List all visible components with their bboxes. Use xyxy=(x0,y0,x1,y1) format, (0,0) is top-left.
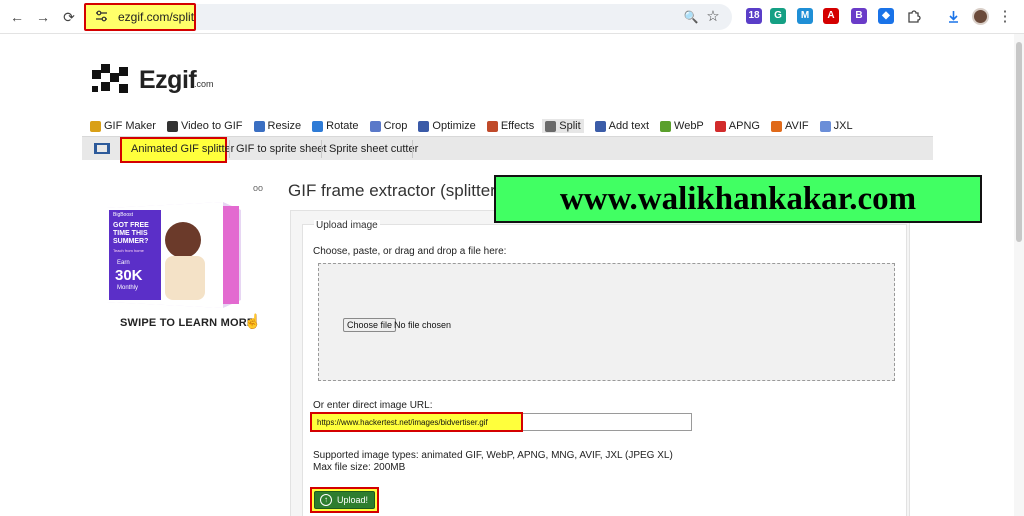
site-settings-icon[interactable] xyxy=(95,10,108,22)
no-file-label: No file chosen xyxy=(394,320,452,330)
menu-icon xyxy=(166,120,178,132)
menu-icon xyxy=(253,120,265,132)
menu-item-label: Video to GIF xyxy=(180,120,243,132)
url-text[interactable]: ezgif.com/split xyxy=(118,10,194,24)
ad-choices-icon[interactable]: oo xyxy=(253,183,263,193)
choose-file-button[interactable]: Choose file xyxy=(343,318,397,332)
drop-label: Choose, paste, or drag and drop a file h… xyxy=(313,246,507,257)
menu-item-split[interactable]: Split xyxy=(542,119,584,133)
menu-item-gif-maker[interactable]: GIF Maker xyxy=(90,120,156,132)
ezgif-logo-icon[interactable] xyxy=(92,64,136,96)
tab-sprite-sheet-cutter[interactable]: Sprite sheet cutter xyxy=(323,138,424,160)
hand-pointer-icon: ☝ xyxy=(244,313,262,329)
menu-icon xyxy=(770,120,782,132)
browser-menu-icon[interactable]: ⋮ xyxy=(996,8,1014,26)
ad-brand: BigBoost xyxy=(113,212,134,218)
page-title: GIF frame extractor (splitter) xyxy=(288,181,502,200)
ad-swipe-text[interactable]: SWIPE TO LEARN MORE xyxy=(120,317,254,329)
tab-gif-to-sprite-sheet[interactable]: GIF to sprite sheet xyxy=(230,138,332,160)
menu-icon xyxy=(714,120,726,132)
download-icon[interactable] xyxy=(946,9,961,24)
menu-item-apng[interactable]: APNG xyxy=(714,120,760,132)
ad-subhead: Teach from home xyxy=(113,248,144,253)
menu-item-effects[interactable]: Effects xyxy=(486,120,535,132)
menu-icon xyxy=(418,120,430,132)
watermark-banner: www.walikhankakar.com xyxy=(494,175,982,223)
menu-item-label: AVIF xyxy=(784,120,809,132)
extensions-puzzle-icon[interactable] xyxy=(906,9,921,24)
logo-suffix: .com xyxy=(194,79,214,89)
menu-icon xyxy=(819,120,831,132)
menu-item-label: Crop xyxy=(383,120,408,132)
menu-item-label: Add text xyxy=(608,120,650,132)
ad-period: Monthly xyxy=(117,285,139,291)
menu-item-label: GIF Maker xyxy=(104,120,156,132)
menu-item-crop[interactable]: Crop xyxy=(369,120,408,132)
upload-arrow-icon: ↑ xyxy=(320,494,332,506)
supported-types: Supported image types: animated GIF, Web… xyxy=(313,450,673,461)
reload-icon[interactable]: ⟳ xyxy=(60,8,78,26)
ext-1-extension-icon[interactable]: 18 xyxy=(746,8,762,24)
main-menu: GIF Maker Video to GIF Resize Rotate Crop Opt… xyxy=(90,117,864,135)
menu-item-label: Split xyxy=(559,120,581,132)
url-label: Or enter direct image URL: xyxy=(313,400,433,411)
back-icon[interactable]: ← xyxy=(8,8,26,26)
menu-item-avif[interactable]: AVIF xyxy=(770,120,809,132)
menu-item-video-to-gif[interactable]: Video to GIF xyxy=(166,120,243,132)
ad-headline: GOT FREE TIME THIS SUMMER? xyxy=(113,222,149,245)
menu-icon xyxy=(660,120,672,132)
menu-item-label: WebP xyxy=(674,120,704,132)
scrollbar-thumb[interactable] xyxy=(1016,42,1022,242)
menu-item-resize[interactable]: Resize xyxy=(253,120,302,132)
zoom-icon[interactable]: 🔍 xyxy=(682,8,700,26)
menu-item-webp[interactable]: WebP xyxy=(660,120,704,132)
menu-item-label: Rotate xyxy=(326,120,359,132)
image-url-value[interactable]: https://www.hackertest.net/images/bidver… xyxy=(317,418,488,427)
upload-legend: Upload image xyxy=(314,220,380,231)
tab-animated-gif-splitter[interactable]: Animated GIF splitter xyxy=(125,138,240,160)
profile-avatar[interactable] xyxy=(972,8,989,25)
bookmark-star-icon[interactable]: ☆ xyxy=(704,8,722,26)
film-strip-icon xyxy=(94,143,110,154)
menu-item-label: Effects xyxy=(500,120,535,132)
pdf-extension-icon[interactable]: A xyxy=(823,8,839,24)
ext-tag-extension-icon[interactable]: ◆ xyxy=(878,8,894,24)
ad-earn: Earn xyxy=(117,260,130,266)
menu-icon xyxy=(486,120,498,132)
forward-icon[interactable]: → xyxy=(34,8,52,26)
menu-icon xyxy=(312,120,324,132)
menu-icon xyxy=(369,120,381,132)
menu-item-rotate[interactable]: Rotate xyxy=(312,120,359,132)
menu-icon xyxy=(545,120,557,132)
menu-item-label: Resize xyxy=(267,120,302,132)
menu-item-add-text[interactable]: Add text xyxy=(594,120,650,132)
grammarly-extension-icon[interactable]: G xyxy=(770,8,786,24)
advertisement-image[interactable]: BigBoost GOT FREE TIME THIS SUMMER? Teac… xyxy=(95,200,245,310)
submenu-divider xyxy=(321,140,322,158)
ext-b-extension-icon[interactable]: B xyxy=(851,8,867,24)
menu-icon xyxy=(594,120,606,132)
max-file-size: Max file size: 200MB xyxy=(313,462,406,473)
ad-amount: 30K xyxy=(115,267,143,284)
menu-item-optimize[interactable]: Optimize xyxy=(418,120,476,132)
menu-item-label: Optimize xyxy=(432,120,476,132)
ext-m-extension-icon[interactable]: M xyxy=(797,8,813,24)
menu-item-label: APNG xyxy=(728,120,760,132)
menu-item-label: JXL xyxy=(833,120,853,132)
submenu-divider xyxy=(412,140,413,158)
menu-icon xyxy=(90,120,101,132)
logo-text[interactable]: Ezgif xyxy=(139,66,197,95)
menu-item-jxl[interactable]: JXL xyxy=(819,120,853,132)
